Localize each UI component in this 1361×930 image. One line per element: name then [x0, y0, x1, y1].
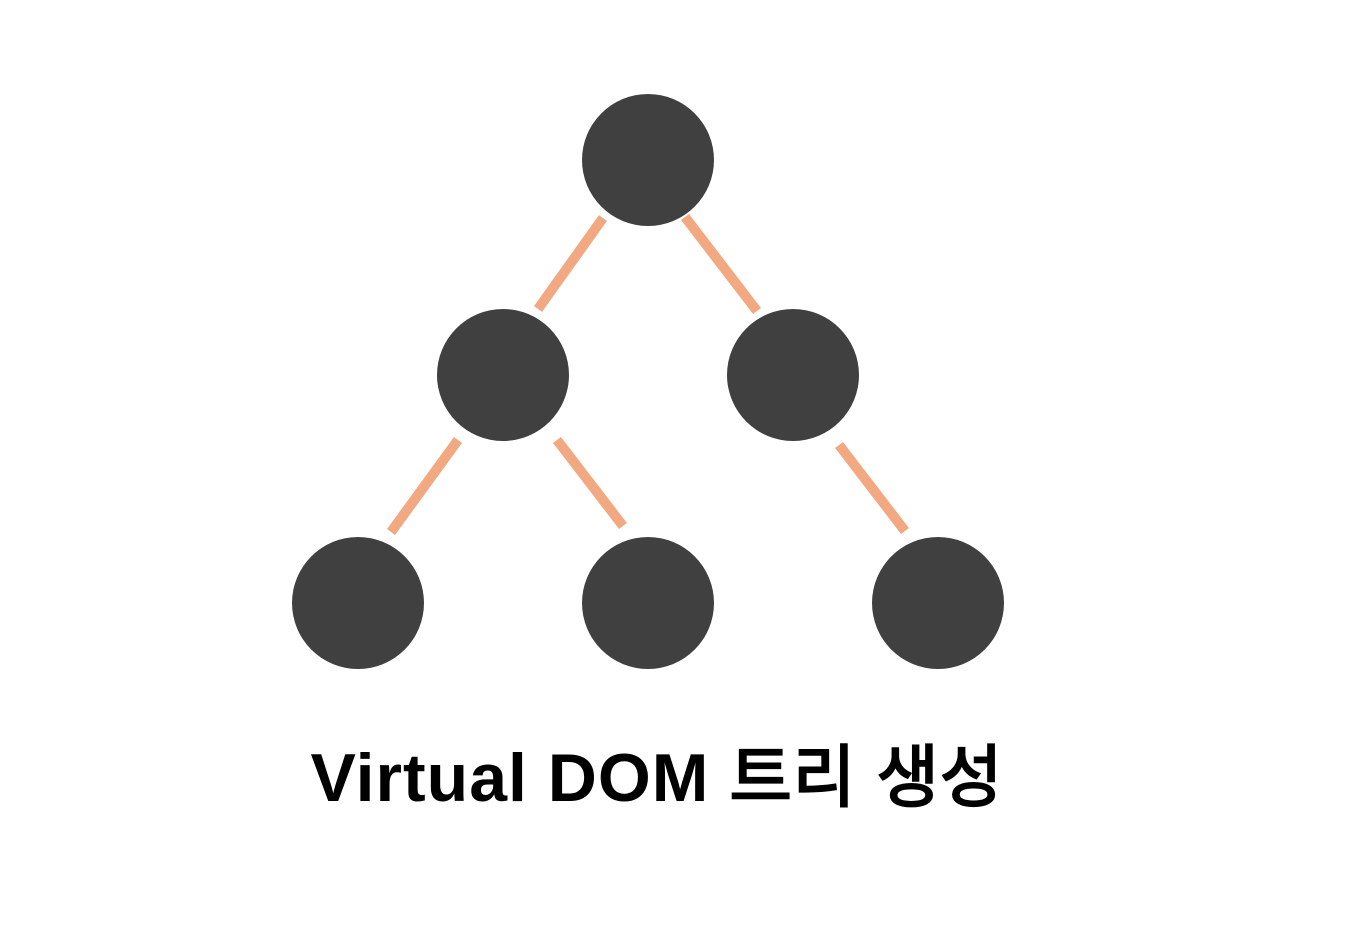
diagram-caption: Virtual DOM 트리 생성 — [310, 740, 1004, 816]
edge-left-child-to-left-right-grandchild — [553, 436, 627, 530]
edge-root-to-right-child — [681, 213, 761, 315]
edge-right-child-to-right-right-grandchild — [835, 441, 909, 535]
edge-left-child-to-left-left-grandchild — [386, 437, 463, 535]
tree-nodes — [292, 94, 1004, 669]
node-right-child — [727, 309, 859, 441]
node-root — [582, 94, 714, 226]
node-left-right-grandchild — [582, 537, 714, 669]
edge-root-to-left-child — [533, 215, 608, 312]
node-right-right-grandchild — [872, 537, 1004, 669]
node-left-left-grandchild — [292, 537, 424, 669]
node-left-child — [437, 309, 569, 441]
